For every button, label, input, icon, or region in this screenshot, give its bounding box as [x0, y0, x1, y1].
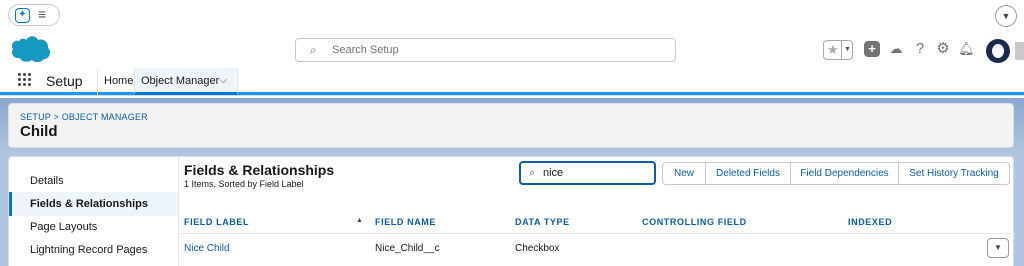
main-panel: Details Fields & Relationships Page Layo…: [8, 156, 1015, 266]
set-history-tracking-button[interactable]: Set History Tracking: [898, 162, 1010, 185]
search-placeholder: Search Setup: [332, 44, 399, 56]
column-field-label[interactable]: FIELD LABEL: [184, 217, 249, 227]
assistant-toggle[interactable]: ✦ ≡: [8, 4, 60, 26]
sidebar-item-label: Lightning Record Pages: [30, 244, 148, 256]
app-name: Setup: [46, 73, 83, 89]
data-type-cell: Checkbox: [515, 243, 560, 254]
chevron-down-icon[interactable]: ⌵: [219, 68, 227, 94]
field-dependencies-button[interactable]: Field Dependencies: [790, 162, 899, 185]
breadcrumb[interactable]: SETUP > OBJECT MANAGER: [20, 112, 148, 122]
tab-object-manager-label: Object Manager: [141, 75, 220, 87]
search-icon: ⌕: [310, 43, 317, 57]
chevron-down-icon[interactable]: ▼: [995, 5, 1017, 27]
avatar[interactable]: [986, 39, 1010, 63]
sidebar-item-fields-relationships[interactable]: Fields & Relationships: [9, 192, 178, 216]
bell-icon[interactable]: 🔔︎: [958, 41, 975, 57]
sidebar-item-page-layouts[interactable]: Page Layouts: [9, 215, 178, 239]
plus-icon[interactable]: +: [864, 41, 880, 57]
gear-icon[interactable]: ⚙: [935, 41, 951, 57]
sidebar-item-details[interactable]: Details: [9, 169, 178, 193]
global-header: ⌕ Search Setup ★ ▼ + ☁ ? ⚙ 🔔︎: [0, 32, 1024, 68]
new-button[interactable]: New: [662, 162, 706, 185]
sidebar-item-label: Fields & Relationships: [30, 198, 148, 210]
sort-ascending-icon[interactable]: ▲: [356, 217, 363, 224]
favorites-dropdown[interactable]: ▼: [841, 41, 853, 59]
section-subtitle: 1 Items, Sorted by Field Label: [184, 179, 304, 189]
tab-object-manager[interactable]: Object Manager ⌵: [134, 68, 238, 95]
favorites-button[interactable]: ★ ▼: [823, 40, 853, 60]
section-title: Fields & Relationships: [184, 162, 335, 178]
side-tab[interactable]: [1015, 42, 1024, 60]
field-search-input[interactable]: [543, 166, 643, 180]
tab-home[interactable]: Home: [97, 68, 134, 95]
sidebar-item-label: Details: [30, 175, 64, 187]
page-header: SETUP > OBJECT MANAGER Child: [8, 103, 1014, 148]
top-toolbar: ✦ ≡ ▼: [0, 0, 1024, 32]
fields-content: Fields & Relationships 1 Items, Sorted b…: [180, 157, 1015, 266]
column-controlling-field[interactable]: CONTROLLING FIELD: [642, 217, 747, 227]
row-actions-icon[interactable]: ▼: [987, 238, 1009, 258]
search-icon: ⌕: [529, 167, 536, 179]
salesforce-cloud-logo[interactable]: [8, 34, 52, 64]
sparkle-icon[interactable]: ✦: [15, 8, 30, 23]
field-name-cell: Nice_Child__c: [375, 243, 440, 254]
field-search[interactable]: ⌕: [519, 161, 656, 185]
column-field-name[interactable]: FIELD NAME: [375, 217, 436, 227]
star-icon[interactable]: ★: [827, 42, 839, 58]
field-label-link[interactable]: Nice Child: [184, 243, 230, 254]
object-sidebar: Details Fields & Relationships Page Layo…: [9, 157, 179, 266]
table-header: FIELD LABEL ▲ FIELD NAME DATA TYPE CONTR…: [180, 214, 1015, 230]
column-indexed[interactable]: INDEXED: [848, 217, 892, 227]
app-launcher-icon[interactable]: [18, 73, 32, 87]
trailhead-icon[interactable]: ☁: [888, 41, 904, 57]
tab-home-label: Home: [104, 75, 134, 87]
help-icon[interactable]: ?: [912, 41, 928, 57]
column-data-type[interactable]: DATA TYPE: [515, 217, 570, 227]
table-row: Nice Child Nice_Child__c Checkbox ▼: [180, 233, 1015, 261]
menu-icon[interactable]: ≡: [38, 7, 52, 21]
page-title: Child: [20, 123, 58, 140]
sidebar-item-lightning-record-pages[interactable]: Lightning Record Pages: [9, 238, 178, 262]
app-navigation: Setup Home Object Manager ⌵: [0, 68, 1024, 95]
deleted-fields-button[interactable]: Deleted Fields: [705, 162, 791, 185]
sidebar-item-label: Page Layouts: [30, 221, 98, 233]
global-search-bar[interactable]: ⌕ Search Setup: [295, 38, 676, 62]
